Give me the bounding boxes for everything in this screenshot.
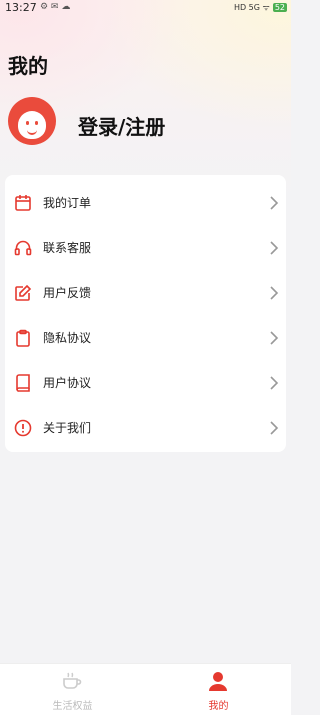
book-icon	[16, 374, 30, 392]
menu-item-label: 关于我们	[43, 421, 92, 435]
headset-icon	[14, 240, 32, 256]
menu-item-label: 隐私协议	[43, 331, 92, 345]
avatar[interactable]	[8, 97, 56, 145]
calendar-icon	[15, 195, 31, 211]
status-right: HD 5G ᯤ 52	[234, 2, 287, 13]
menu-item-user-agreement[interactable]: 用户协议	[5, 361, 286, 406]
clipboard-icon	[16, 329, 30, 347]
menu-item-about-us[interactable]: 关于我们	[5, 406, 286, 451]
menu-item-privacy-policy[interactable]: 隐私协议	[5, 316, 286, 361]
status-time: 13:27	[5, 1, 37, 14]
tab-label: 我的	[208, 701, 229, 712]
profile-section[interactable]: 登录/注册	[8, 97, 288, 147]
login-register-link[interactable]: 登录/注册	[78, 111, 165, 140]
coffee-cup-icon	[63, 672, 82, 689]
menu-card: 我的订单 联系客服 用户反馈 隐私协议 用户协议 关于我们	[5, 175, 286, 452]
chevron-right-icon	[270, 286, 279, 300]
chevron-right-icon	[270, 196, 279, 210]
menu-item-label: 用户反馈	[43, 286, 92, 300]
menu-item-label: 用户协议	[43, 376, 92, 390]
chevron-right-icon	[270, 376, 279, 390]
bottom-tab-bar: 生活权益 我的	[0, 663, 291, 715]
chevron-right-icon	[270, 421, 279, 435]
edit-icon	[15, 284, 32, 301]
battery-icon: 52	[272, 3, 287, 12]
tab-label: 生活权益	[52, 701, 93, 712]
tab-mine[interactable]: 我的	[146, 664, 291, 715]
menu-item-my-orders[interactable]: 我的订单	[5, 181, 286, 226]
menu-item-label: 联系客服	[43, 241, 92, 255]
avatar-face-icon	[18, 111, 46, 139]
notification-icons: ⚙ ✉ ☁	[40, 2, 71, 12]
page-title: 我的	[8, 54, 48, 78]
signal-icon: HD 5G ᯤ	[233, 3, 270, 12]
tab-life-benefits[interactable]: 生活权益	[0, 664, 145, 715]
menu-item-contact-support[interactable]: 联系客服	[5, 226, 286, 271]
status-bar: 13:27 ⚙ ✉ ☁ HD 5G ᯤ 52	[0, 0, 291, 16]
menu-item-user-feedback[interactable]: 用户反馈	[5, 271, 286, 316]
chevron-right-icon	[270, 331, 279, 345]
chevron-right-icon	[270, 241, 279, 255]
menu-item-label: 我的订单	[43, 196, 92, 210]
info-icon	[14, 419, 32, 437]
user-icon	[209, 672, 227, 691]
